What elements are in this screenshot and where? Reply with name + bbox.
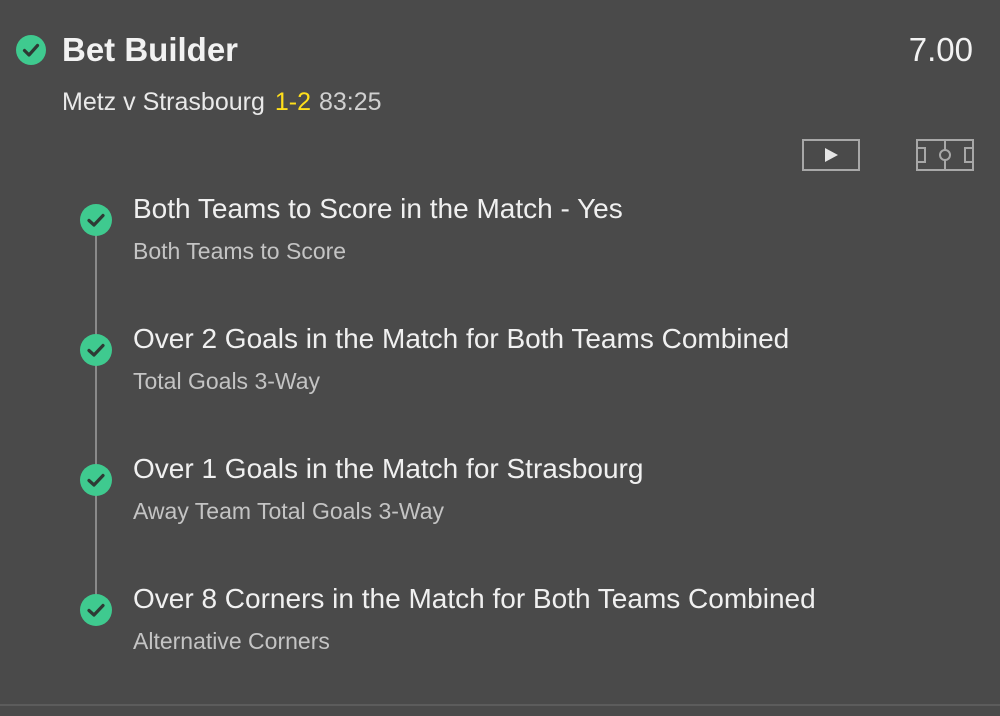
leg-selection: Over 1 Goals in the Match for Strasbourg	[133, 453, 644, 484]
bet-builder-card: Bet Builder 7.00 Metz v Strasbourg 1-2 83:…	[0, 0, 1000, 716]
check-circle-icon	[16, 35, 46, 65]
check-circle-icon	[80, 204, 112, 236]
bet-leg: Over 8 Corners in the Match for Both Tea…	[0, 580, 1000, 710]
bet-leg: Both Teams to Score in the Match - Yes B…	[0, 190, 1000, 320]
leg-market: Total Goals 3-Way	[133, 368, 321, 394]
check-circle-icon	[80, 334, 112, 366]
bet-leg: Over 2 Goals in the Match for Both Teams…	[0, 320, 1000, 450]
media-icons	[802, 138, 974, 172]
pitch-icon[interactable]	[916, 138, 974, 172]
match-score: 1-2	[274, 88, 311, 116]
match-clock: 83:25	[319, 88, 382, 116]
leg-selection: Both Teams to Score in the Match - Yes	[133, 193, 623, 224]
bet-leg: Over 1 Goals in the Match for Strasbourg…	[0, 450, 1000, 580]
match-teams: Metz v Strasbourg	[62, 88, 265, 116]
leg-selection: Over 2 Goals in the Match for Both Teams…	[133, 323, 790, 354]
bet-odds: 7.00	[908, 31, 973, 68]
video-play-icon[interactable]	[802, 138, 860, 172]
bet-title: Bet Builder	[62, 31, 239, 68]
check-circle-icon	[80, 464, 112, 496]
bottom-divider	[0, 704, 1000, 706]
match-info: Metz v Strasbourg 1-2 83:25	[62, 86, 382, 118]
check-circle-icon	[80, 594, 112, 626]
leg-market: Away Team Total Goals 3-Way	[133, 498, 445, 524]
leg-selection: Over 8 Corners in the Match for Both Tea…	[133, 583, 816, 614]
leg-market: Both Teams to Score	[133, 238, 347, 264]
leg-market: Alternative Corners	[133, 628, 330, 654]
